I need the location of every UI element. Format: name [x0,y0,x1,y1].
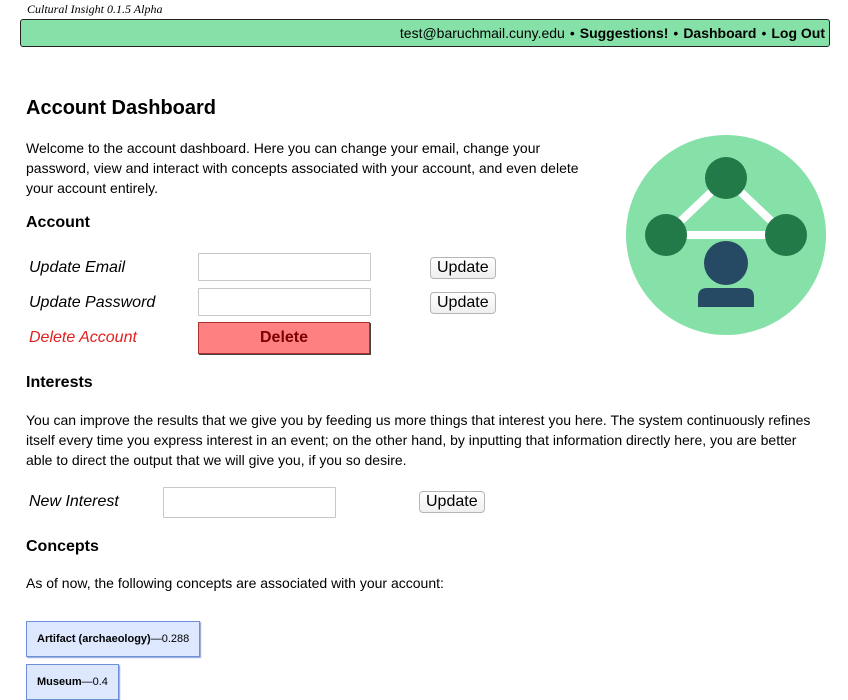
concept-chip[interactable]: Museum — 0.4 [26,664,119,700]
logout-link[interactable]: Log Out [771,25,825,41]
nav-separator: • [761,25,767,41]
dashboard-link[interactable]: Dashboard [683,25,756,41]
new-interest-update-button[interactable]: Update [419,491,485,513]
update-password-label: Update Password [29,294,156,311]
intro-text: Welcome to the account dashboard. Here y… [26,140,579,196]
concept-score: 0.4 [92,676,108,688]
user-head [704,241,748,285]
concept-dash: — [81,676,93,688]
update-email-button[interactable]: Update [430,257,496,279]
new-interest-input[interactable] [163,487,336,518]
concept-dash: — [150,633,162,645]
update-email-input[interactable] [198,253,371,281]
concepts-heading: Concepts [26,538,99,555]
nav-separator: • [673,25,679,41]
user-body [698,288,754,307]
network-node [765,214,807,256]
top-nav-bar: test@baruchmail.cuny.edu • Suggestions! … [20,19,830,47]
network-node [705,157,747,199]
concept-chip[interactable]: Artifact (archaeology) — 0.288 [26,621,201,657]
concept-score: 0.288 [161,633,190,645]
network-user-icon [626,135,826,335]
page-title: Account Dashboard [26,97,217,119]
delete-account-button[interactable]: Delete [198,322,370,354]
network-node [645,214,687,256]
update-password-input[interactable] [198,288,371,316]
suggestions-link[interactable]: Suggestions! [580,25,669,41]
app-title: Cultural Insight 0.1.5 Alpha [27,2,163,16]
concepts-description: As of now, the following concepts are as… [26,575,444,591]
update-password-button[interactable]: Update [430,292,496,314]
delete-account-label: Delete Account [29,329,137,346]
user-email: test@baruchmail.cuny.edu [399,25,565,41]
interests-description: You can improve the results that we give… [26,412,811,468]
new-interest-label: New Interest [29,493,119,510]
concept-name: Artifact (archaeology) [37,633,151,645]
nav-separator: • [569,25,575,41]
account-heading: Account [26,214,90,231]
update-email-label: Update Email [29,259,126,276]
concept-name: Museum [37,676,82,688]
interests-heading: Interests [26,374,93,391]
